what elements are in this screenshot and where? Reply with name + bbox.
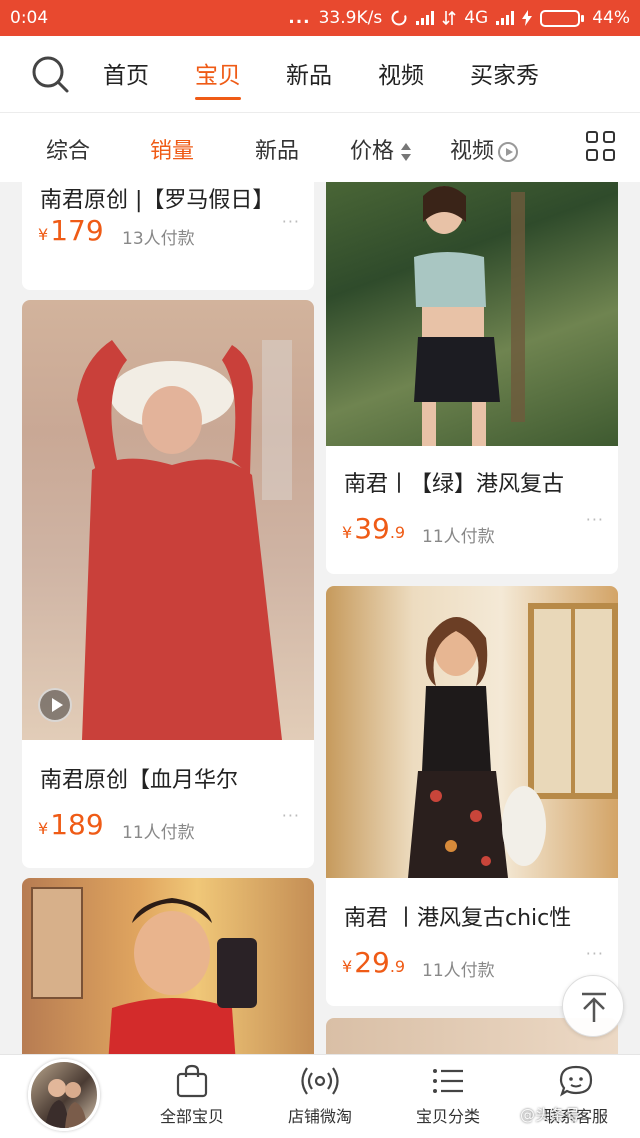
product-image bbox=[22, 878, 314, 1054]
sort-video-label: 视频 bbox=[450, 139, 495, 164]
status-time: 0:04 bbox=[10, 8, 49, 28]
grid-view-icon[interactable] bbox=[586, 131, 616, 161]
product-card[interactable] bbox=[22, 878, 314, 1054]
watermark: @头条号 bbox=[520, 1106, 581, 1124]
battery-icon bbox=[540, 9, 585, 27]
shop-avatar[interactable] bbox=[28, 1059, 100, 1131]
product-title: 南君 丨港风复古chic性 bbox=[344, 906, 572, 931]
sales-count: 11人付款 bbox=[422, 527, 495, 547]
categories-button[interactable]: 宝贝分类 bbox=[393, 1063, 503, 1127]
woman-red-dress-photo bbox=[77, 340, 292, 740]
sales-count: 13人付款 bbox=[122, 229, 195, 249]
woman-green-top-photo bbox=[414, 186, 525, 446]
sort-bar: 综合 销量 新品 价格 视频 bbox=[0, 112, 640, 182]
shopping-bag-icon bbox=[176, 1064, 208, 1098]
battery-percent: 44% bbox=[592, 8, 630, 28]
more-icon[interactable]: ··· bbox=[282, 212, 300, 231]
broadcast-icon bbox=[301, 1067, 339, 1095]
tab-video[interactable]: 视频 bbox=[378, 56, 424, 90]
tab-buyer-show[interactable]: 买家秀 bbox=[470, 56, 539, 90]
chat-bubble-icon bbox=[559, 1065, 593, 1097]
back-to-top-button[interactable] bbox=[562, 975, 624, 1037]
video-play-icon[interactable] bbox=[38, 688, 72, 722]
tab-new[interactable]: 新品 bbox=[286, 56, 332, 90]
shop-feed-label: 店铺微淘 bbox=[287, 1107, 352, 1126]
sort-overall[interactable]: 综合 bbox=[46, 133, 90, 165]
categories-label: 宝贝分类 bbox=[415, 1107, 480, 1126]
product-price: ¥189 bbox=[38, 808, 104, 841]
product-price: ¥179 bbox=[38, 214, 104, 247]
sales-count: 11人付款 bbox=[122, 823, 195, 843]
product-grid: 南君原创 |【罗马假日】 ¥179 13人付款 ··· 南君原创【血月华尔 ¥1… bbox=[0, 182, 640, 1054]
network-type: 4G bbox=[464, 8, 489, 28]
sort-new[interactable]: 新品 bbox=[255, 133, 299, 165]
status-bar: 0:04 ... 33.9K/s 4G 44% bbox=[0, 0, 640, 36]
sync-icon bbox=[391, 10, 407, 26]
sort-sales[interactable]: 销量 bbox=[150, 133, 194, 165]
product-card[interactable]: 南君 丨港风复古chic性 ¥29.9 11人付款 ··· bbox=[326, 586, 618, 1006]
sort-video[interactable]: 视频 bbox=[450, 133, 519, 165]
more-icon[interactable]: ··· bbox=[586, 944, 604, 963]
top-nav: 首页 宝贝 新品 视频 买家秀 bbox=[0, 36, 640, 112]
charging-icon bbox=[522, 10, 533, 26]
arrow-up-icon bbox=[582, 992, 606, 1022]
product-card[interactable]: 南君丨【绿】港风复古 ¥39.9 11人付款 ··· bbox=[326, 182, 618, 574]
notification-dots: ... bbox=[288, 8, 311, 28]
product-image bbox=[326, 182, 618, 446]
network-speed: 33.9K/s bbox=[318, 8, 383, 28]
play-circle-icon bbox=[498, 142, 519, 162]
product-card[interactable]: 南君原创 |【罗马假日】 ¥179 13人付款 ··· bbox=[22, 182, 314, 290]
bottom-bar: 全部宝贝 店铺微淘 宝贝分类 联系客服 bbox=[0, 1054, 640, 1138]
product-title: 南君原创【血月华尔 bbox=[40, 768, 239, 793]
signal-icon bbox=[416, 11, 435, 25]
product-image bbox=[326, 586, 618, 878]
tab-home[interactable]: 首页 bbox=[103, 56, 149, 90]
search-icon[interactable] bbox=[30, 54, 70, 94]
product-title: 南君原创 |【罗马假日】 bbox=[40, 188, 275, 213]
all-items-label: 全部宝贝 bbox=[159, 1107, 224, 1126]
shop-feed-button[interactable]: 店铺微淘 bbox=[265, 1063, 375, 1127]
product-price: ¥39.9 bbox=[342, 512, 406, 545]
sort-price[interactable]: 价格 bbox=[350, 133, 412, 165]
sort-arrows-icon bbox=[401, 143, 412, 161]
more-icon[interactable]: ··· bbox=[282, 806, 300, 825]
product-title: 南君丨【绿】港风复古 bbox=[344, 472, 565, 497]
woman-floral-pants-photo bbox=[408, 603, 618, 878]
woman-red-top-photo bbox=[31, 887, 257, 1054]
shop-avatar-image bbox=[45, 1079, 87, 1128]
tab-items[interactable]: 宝贝 bbox=[195, 56, 241, 100]
list-icon bbox=[433, 1069, 463, 1093]
product-image bbox=[22, 300, 314, 740]
sales-count: 11人付款 bbox=[422, 961, 495, 981]
product-price: ¥29.9 bbox=[342, 946, 406, 979]
all-items-button[interactable]: 全部宝贝 bbox=[137, 1063, 247, 1127]
sort-price-label: 价格 bbox=[350, 139, 395, 164]
product-card[interactable]: 南君原创【血月华尔 ¥189 11人付款 ··· bbox=[22, 300, 314, 868]
data-transfer-icon bbox=[442, 10, 456, 26]
more-icon[interactable]: ··· bbox=[586, 510, 604, 529]
signal-icon-2 bbox=[496, 11, 515, 25]
